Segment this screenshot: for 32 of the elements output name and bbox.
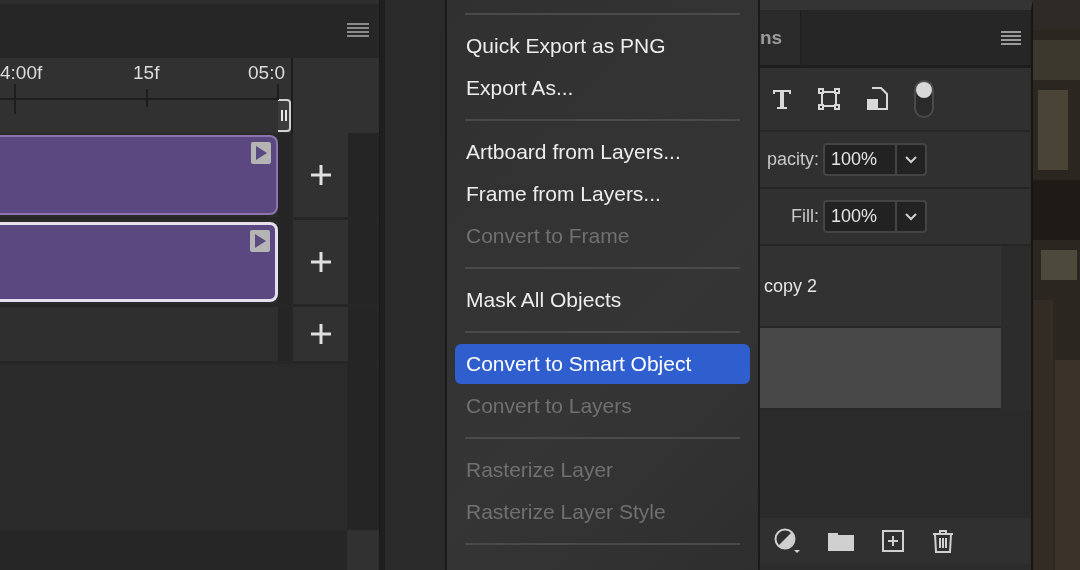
fill-label: Fill: [791,206,819,227]
new-layer-icon[interactable] [882,530,904,552]
panel-menu-icon[interactable] [1001,30,1021,45]
folder-icon[interactable] [828,531,854,551]
ruler-label: 15f [133,62,160,84]
text-icon[interactable] [772,88,792,110]
fill-field[interactable]: 100% [823,200,927,233]
time-ruler[interactable]: 4:00f 15f 05:0 [0,58,293,133]
plus-icon [310,324,331,344]
menu-item[interactable]: Export As... [455,67,750,109]
document-lock-icon[interactable] [866,87,888,111]
menu-item[interactable]: Artboard from Layers... [455,131,750,173]
plus-icon [310,165,331,185]
menu-item[interactable]: Frame from Layers... [455,173,750,215]
chevron-down-icon[interactable] [905,155,917,164]
play-icon[interactable] [250,230,270,252]
opacity-field[interactable]: 100% [823,143,927,176]
play-icon[interactable] [251,142,271,164]
adjustment-layer-icon[interactable] [774,528,800,554]
menu-item[interactable]: Convert to Smart Object [455,344,750,384]
opacity-label: pacity: [766,149,819,170]
playhead-handle[interactable] [278,99,291,132]
ruler-label: 05:0 [248,62,285,84]
add-media-button[interactable] [293,307,348,361]
trash-icon[interactable] [932,529,954,553]
video-clip[interactable] [0,135,278,215]
toggle-switch-icon[interactable] [914,80,934,118]
transform-icon[interactable] [818,88,840,110]
plus-icon [310,252,331,272]
ruler-label: 4:00f [0,62,43,84]
chevron-down-icon[interactable] [905,212,917,221]
panel-menu-icon[interactable] [347,23,369,39]
